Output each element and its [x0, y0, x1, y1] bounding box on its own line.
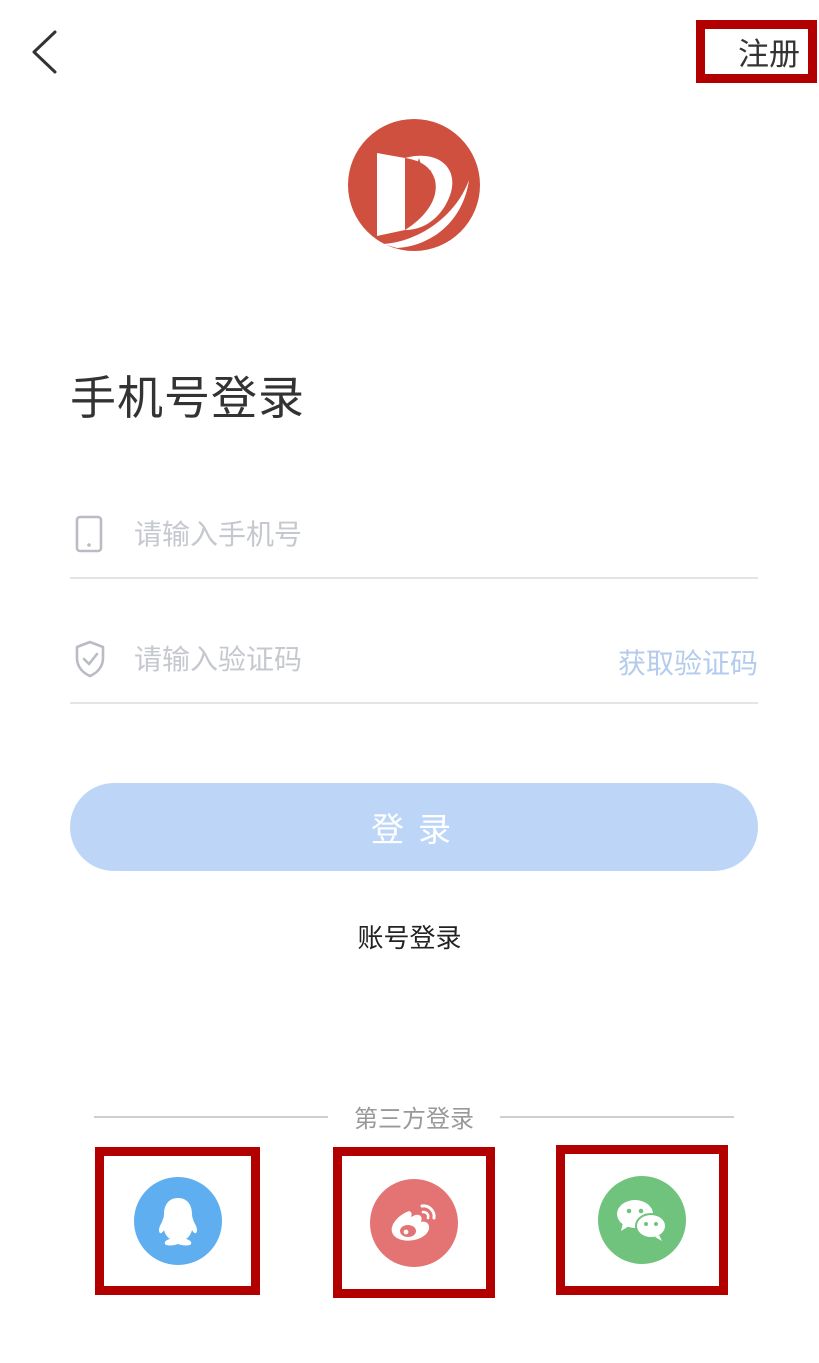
weibo-login-button[interactable]	[333, 1147, 495, 1298]
weibo-circle	[370, 1178, 458, 1267]
register-button[interactable]: 注册	[696, 20, 817, 83]
qq-circle	[133, 1177, 222, 1265]
qq-icon	[158, 1198, 197, 1246]
app-logo	[347, 118, 481, 252]
divider-left	[94, 1116, 328, 1118]
wechat-circle	[598, 1176, 686, 1264]
back-button[interactable]	[22, 26, 66, 78]
divider-right	[500, 1116, 734, 1118]
qq-login-button[interactable]	[95, 1147, 260, 1295]
third-party-label: 第三方登录	[354, 1105, 474, 1133]
verification-code-input[interactable]	[134, 634, 574, 684]
phone-input[interactable]	[134, 509, 574, 559]
phone-icon	[75, 515, 103, 553]
phone-field	[70, 487, 758, 579]
get-code-button[interactable]: 获取验证码	[618, 642, 758, 682]
account-login-link[interactable]: 账号登录	[0, 918, 819, 955]
wechat-login-button[interactable]	[556, 1145, 728, 1295]
weibo-icon	[391, 1203, 436, 1241]
register-label: 注册	[738, 37, 800, 73]
shield-check-icon	[75, 640, 105, 678]
verification-code-field: 获取验证码	[70, 612, 758, 704]
login-button[interactable]: 登录	[70, 783, 758, 871]
chevron-left-icon	[32, 30, 57, 74]
page-title: 手机号登录	[70, 371, 305, 425]
wechat-icon	[617, 1200, 667, 1241]
